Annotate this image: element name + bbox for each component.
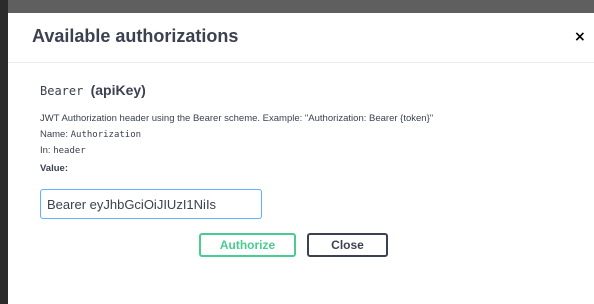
name-value: Authorization [70, 130, 142, 140]
header-name-row: Name: Authorization [40, 129, 141, 140]
dialog-header: Available authorizations × [8, 13, 594, 63]
location-row: In: header [40, 145, 86, 156]
api-key-value-input[interactable] [40, 189, 262, 219]
dialog-title: Available authorizations [32, 26, 239, 46]
close-icon[interactable]: × [574, 27, 586, 47]
scheme-description: JWT Authorization header using the Beare… [40, 113, 434, 124]
in-value: header [53, 146, 86, 156]
value-label: Value: [40, 163, 68, 174]
backdrop-overlay-top [8, 0, 594, 13]
scheme-type: (apiKey) [90, 82, 146, 98]
backdrop-overlay-left [0, 0, 8, 304]
scheme-name: Bearer [40, 84, 84, 98]
authorize-button[interactable]: Authorize [199, 233, 296, 257]
authorizations-dialog: Available authorizations × [8, 13, 594, 304]
in-label: In: [40, 145, 51, 156]
close-button[interactable]: Close [307, 233, 388, 257]
auth-scheme-title: Bearer (apiKey) [40, 82, 146, 98]
name-label: Name: [40, 129, 68, 140]
